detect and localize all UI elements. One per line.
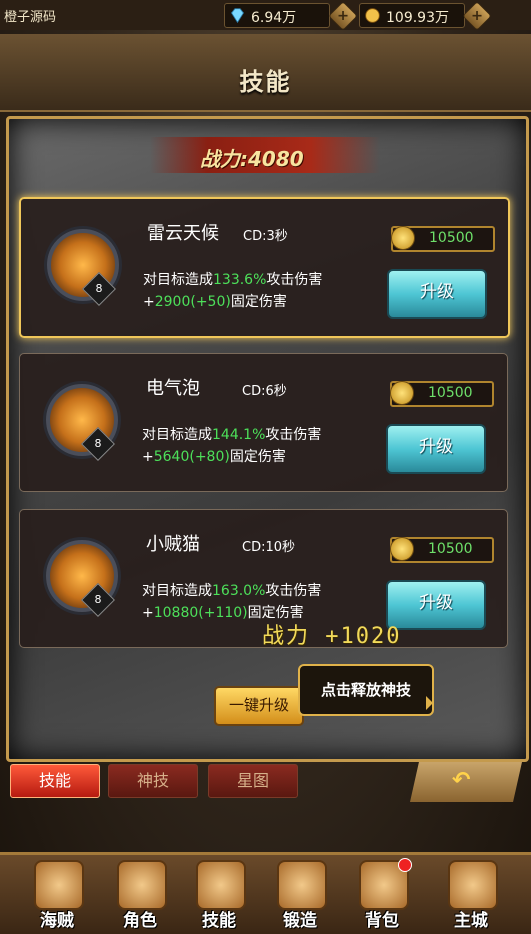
anvil-icon bbox=[277, 860, 327, 910]
castle-icon bbox=[448, 860, 498, 910]
upgrade-button[interactable]: 升级 bbox=[387, 269, 487, 319]
tab-star-map[interactable]: 星图 bbox=[208, 764, 298, 798]
nav-character[interactable]: 角色 bbox=[105, 856, 175, 931]
skill-name: 雷云天候 bbox=[147, 223, 219, 244]
nav-main-city[interactable]: 主城 bbox=[436, 856, 506, 931]
skill-cooldown: CD:10秒 bbox=[242, 540, 296, 555]
gem-counter: 6.94万 bbox=[224, 3, 330, 28]
nav-pirate[interactable]: 海贼 bbox=[22, 856, 92, 931]
tab-skills[interactable]: 技能 bbox=[10, 764, 100, 798]
brand-label: 橙子源码 bbox=[4, 10, 57, 25]
diamond-icon bbox=[231, 8, 244, 24]
fist-icon bbox=[196, 860, 246, 910]
release-skill-tip[interactable]: 点击释放神技 bbox=[298, 664, 434, 716]
upgrade-cost: 10500 bbox=[390, 381, 494, 407]
skill-cooldown: CD:6秒 bbox=[242, 384, 287, 399]
power-increase-popup: 战力 +1020 bbox=[262, 624, 402, 649]
skill-card-1[interactable]: 8 雷云天候 CD:3秒 对目标造成133.6%攻击伤害 +2900(+50)固… bbox=[19, 197, 510, 338]
skill-card-2[interactable]: 8 电气泡 CD:6秒 对目标造成144.1%攻击伤害 +5640(+80)固定… bbox=[19, 353, 508, 492]
skill-desc-line1: 对目标造成133.6%攻击伤害 bbox=[143, 272, 323, 288]
nav-forge[interactable]: 锻造 bbox=[265, 856, 335, 931]
gem-amount: 6.94万 bbox=[251, 10, 297, 26]
nav-skills[interactable]: 技能 bbox=[184, 856, 254, 931]
skill-name: 电气泡 bbox=[146, 378, 200, 399]
top-bar: 橙子源码 6.94万 + 109.93万 + bbox=[0, 0, 531, 31]
add-gems-button[interactable]: + bbox=[328, 1, 358, 31]
skill-desc-line1: 对目标造成163.0%攻击伤害 bbox=[142, 583, 322, 599]
back-button[interactable]: ↶ bbox=[410, 762, 522, 802]
plus-icon: + bbox=[336, 7, 350, 24]
skill-desc-line2: +2900(+50)固定伤害 bbox=[143, 294, 287, 310]
add-coins-button[interactable]: + bbox=[462, 1, 492, 31]
coin-icon bbox=[390, 537, 414, 561]
pirate-hat-icon bbox=[34, 860, 84, 910]
tab-divine-skills[interactable]: 神技 bbox=[108, 764, 198, 798]
coin-icon bbox=[391, 226, 415, 250]
skill-desc-line1: 对目标造成144.1%攻击伤害 bbox=[142, 427, 322, 443]
character-icon bbox=[117, 860, 167, 910]
skill-name: 小贼猫 bbox=[146, 534, 200, 555]
upgrade-cost: 10500 bbox=[391, 226, 495, 252]
one-key-upgrade-button[interactable]: 一键升级 bbox=[214, 686, 304, 726]
coin-icon bbox=[390, 381, 414, 405]
coin-amount: 109.93万 bbox=[386, 10, 449, 26]
back-arrow-icon: ↶ bbox=[452, 768, 471, 793]
coin-counter: 109.93万 bbox=[359, 3, 465, 28]
skill-cooldown: CD:3秒 bbox=[243, 229, 288, 244]
coin-icon bbox=[365, 8, 380, 23]
page-title: 技能 bbox=[239, 68, 292, 96]
plus-icon: + bbox=[470, 7, 484, 24]
notification-dot bbox=[398, 858, 412, 872]
upgrade-button[interactable]: 升级 bbox=[386, 424, 486, 474]
skill-desc-line2: +5640(+80)固定伤害 bbox=[142, 449, 286, 465]
power-value: 战力:4080 bbox=[200, 147, 304, 171]
upgrade-cost: 10500 bbox=[390, 537, 494, 563]
